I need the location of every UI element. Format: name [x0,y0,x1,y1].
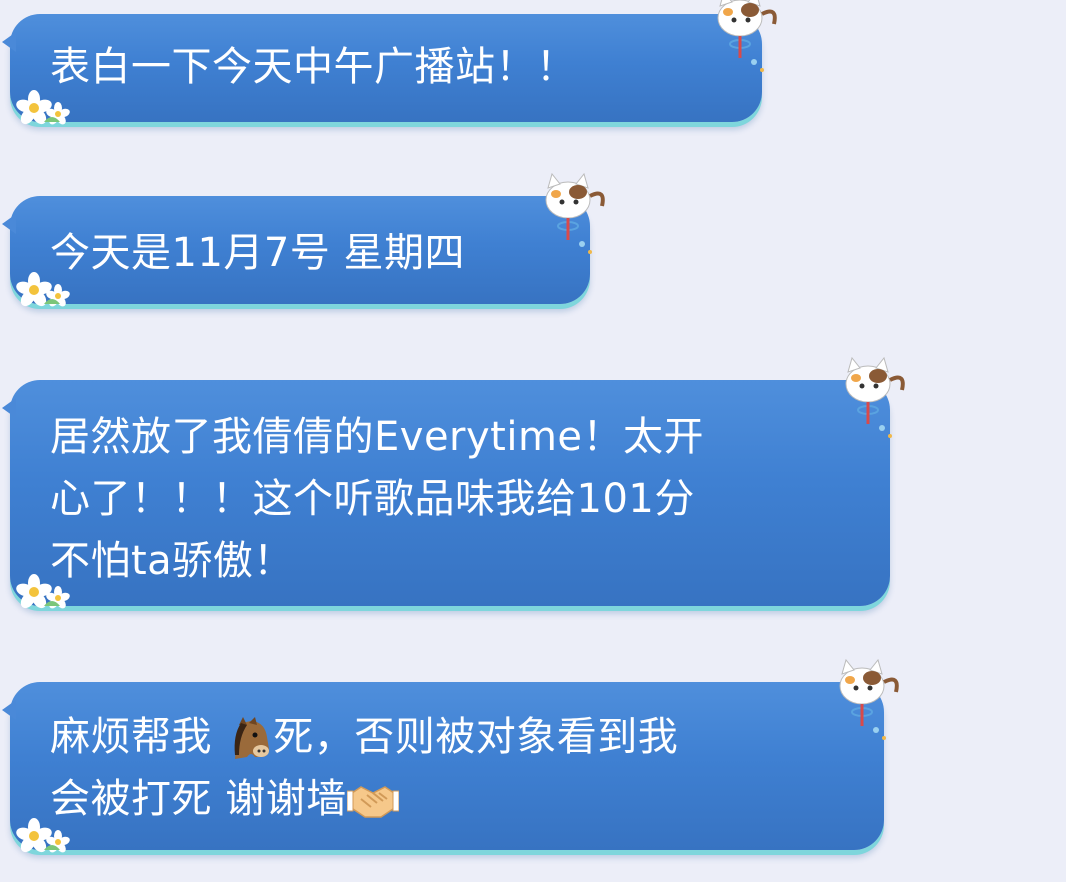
handshake-emoji [346,786,399,818]
chat-bubble-1[interactable]: 表白一下今天中午广播站！！ [2,0,777,125]
message-text: 今天是11月7号 星期四 [50,230,466,276]
chat-bubble-2[interactable]: 今天是11月7号 星期四 [2,172,605,307]
flower-icon [16,818,70,853]
message-text-part1: 麻烦帮我 [50,714,212,760]
message-text: 麻烦帮我 死，否则被对象看到我 会被打死 谢谢墙 [50,706,844,830]
flower-icon [16,90,70,125]
cat-icon [717,0,777,72]
chat-bubble-3[interactable]: 居然放了我倩倩的Everytime！太开 心了！！！这个听歌品味我给101分 不… [2,356,905,609]
cat-icon [839,658,899,740]
message-text: 表白一下今天中午广播站！！ [50,44,577,90]
horse-face-emoji [234,717,270,759]
chat-bubble-4[interactable]: 麻烦帮我 死，否则被对象看到我 会被打死 谢谢墙 [2,658,899,853]
flower-icon [16,272,70,307]
flower-icon [16,574,70,609]
cat-icon [545,172,605,254]
message-text: 居然放了我倩倩的Everytime！太开 心了！！！这个听歌品味我给101分 不… [50,414,705,584]
cat-icon [845,356,905,438]
